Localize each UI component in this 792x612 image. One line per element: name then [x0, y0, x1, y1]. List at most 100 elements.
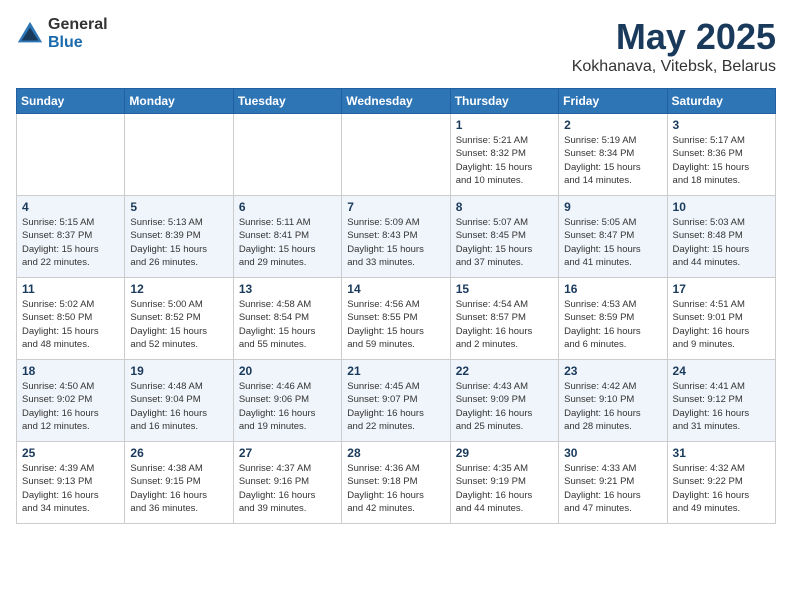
day-number: 13	[239, 282, 336, 296]
calendar-cell: 25Sunrise: 4:39 AM Sunset: 9:13 PM Dayli…	[17, 442, 125, 524]
day-number: 11	[22, 282, 119, 296]
day-info: Sunrise: 4:41 AM Sunset: 9:12 PM Dayligh…	[673, 380, 770, 433]
calendar-table: Sunday Monday Tuesday Wednesday Thursday…	[16, 88, 776, 524]
calendar-location: Kokhanava, Vitebsk, Belarus	[572, 58, 776, 76]
weekday-header-row: Sunday Monday Tuesday Wednesday Thursday…	[17, 89, 776, 114]
calendar-cell: 22 Sunrise: 4:43 AM Sunset: 9:09 PM Dayli…	[450, 360, 558, 442]
header-thursday: Thursday	[450, 89, 558, 114]
calendar-cell: 9Sunrise: 5:05 AM Sunset: 8:47 PM Daylig…	[559, 196, 667, 278]
day-info: Sunrise: 5:07 AM Sunset: 8:45 PM Dayligh…	[456, 216, 553, 269]
day-number: 9	[564, 200, 661, 214]
day-info: Sunrise: 4:51 AM Sunset: 9:01 PM Dayligh…	[673, 298, 770, 351]
calendar-cell: 12 Sunrise: 5:00 AM Sunset: 8:52 PM Dayli…	[125, 278, 233, 360]
calendar-cell: 13 Sunrise: 4:58 AM Sunset: 8:54 PM Dayli…	[233, 278, 341, 360]
calendar-cell: 29Sunrise: 4:35 AM Sunset: 9:19 PM Dayli…	[450, 442, 558, 524]
calendar-cell	[125, 114, 233, 196]
day-number: 23	[564, 364, 661, 378]
calendar-cell: 26 Sunrise: 4:38 AM Sunset: 9:15 PM Dayli…	[125, 442, 233, 524]
calendar-cell: 20Sunrise: 4:46 AM Sunset: 9:06 PM Dayli…	[233, 360, 341, 442]
calendar-cell: 24 Sunrise: 4:41 AM Sunset: 9:12 PM Dayli…	[667, 360, 775, 442]
calendar-cell: 27 Sunrise: 4:37 AM Sunset: 9:16 PM Dayli…	[233, 442, 341, 524]
day-number: 5	[130, 200, 227, 214]
day-number: 16	[564, 282, 661, 296]
day-number: 31	[673, 446, 770, 460]
calendar-cell: 15 Sunrise: 4:54 AM Sunset: 8:57 PM Dayli…	[450, 278, 558, 360]
calendar-cell: 4 Sunrise: 5:15 AM Sunset: 8:37 PM Daylig…	[17, 196, 125, 278]
day-info: Sunrise: 4:53 AM Sunset: 8:59 PM Dayligh…	[564, 298, 661, 351]
day-number: 20	[239, 364, 336, 378]
week-row-3: 11 Sunrise: 5:02 AM Sunset: 8:50 PM Dayli…	[17, 278, 776, 360]
day-info: Sunrise: 5:11 AM Sunset: 8:41 PM Dayligh…	[239, 216, 336, 269]
day-number: 22	[456, 364, 553, 378]
day-number: 3	[673, 118, 770, 132]
day-info: Sunrise: 4:45 AM Sunset: 9:07 PM Dayligh…	[347, 380, 444, 433]
day-number: 27	[239, 446, 336, 460]
calendar-cell: 17Sunrise: 4:51 AM Sunset: 9:01 PM Dayli…	[667, 278, 775, 360]
day-number: 10	[673, 200, 770, 214]
day-info: Sunrise: 5:15 AM Sunset: 8:37 PM Dayligh…	[22, 216, 119, 269]
day-number: 28	[347, 446, 444, 460]
calendar-cell: 21 Sunrise: 4:45 AM Sunset: 9:07 PM Dayli…	[342, 360, 450, 442]
logo-blue-text: Blue	[48, 34, 108, 52]
header-tuesday: Tuesday	[233, 89, 341, 114]
header-friday: Friday	[559, 89, 667, 114]
day-info: Sunrise: 4:37 AM Sunset: 9:16 PM Dayligh…	[239, 462, 336, 515]
logo: General Blue	[16, 16, 108, 51]
calendar-cell: 6 Sunrise: 5:11 AM Sunset: 8:41 PM Daylig…	[233, 196, 341, 278]
calendar-cell: 18Sunrise: 4:50 AM Sunset: 9:02 PM Dayli…	[17, 360, 125, 442]
day-number: 6	[239, 200, 336, 214]
calendar-title: May 2025	[572, 16, 776, 58]
calendar-cell: 7Sunrise: 5:09 AM Sunset: 8:43 PM Daylig…	[342, 196, 450, 278]
day-info: Sunrise: 5:19 AM Sunset: 8:34 PM Dayligh…	[564, 134, 661, 187]
day-info: Sunrise: 5:00 AM Sunset: 8:52 PM Dayligh…	[130, 298, 227, 351]
day-info: Sunrise: 4:36 AM Sunset: 9:18 PM Dayligh…	[347, 462, 444, 515]
day-number: 8	[456, 200, 553, 214]
calendar-cell: 11 Sunrise: 5:02 AM Sunset: 8:50 PM Dayli…	[17, 278, 125, 360]
calendar-cell: 1Sunrise: 5:21 AM Sunset: 8:32 PM Daylig…	[450, 114, 558, 196]
header-wednesday: Wednesday	[342, 89, 450, 114]
day-info: Sunrise: 4:35 AM Sunset: 9:19 PM Dayligh…	[456, 462, 553, 515]
day-number: 2	[564, 118, 661, 132]
day-info: Sunrise: 4:42 AM Sunset: 9:10 PM Dayligh…	[564, 380, 661, 433]
day-number: 18	[22, 364, 119, 378]
day-number: 25	[22, 446, 119, 460]
calendar-cell: 31 Sunrise: 4:32 AM Sunset: 9:22 PM Dayli…	[667, 442, 775, 524]
day-number: 21	[347, 364, 444, 378]
day-info: Sunrise: 4:54 AM Sunset: 8:57 PM Dayligh…	[456, 298, 553, 351]
day-info: Sunrise: 5:03 AM Sunset: 8:48 PM Dayligh…	[673, 216, 770, 269]
calendar-cell: 23 Sunrise: 4:42 AM Sunset: 9:10 PM Dayli…	[559, 360, 667, 442]
calendar-cell	[233, 114, 341, 196]
week-row-5: 25Sunrise: 4:39 AM Sunset: 9:13 PM Dayli…	[17, 442, 776, 524]
day-info: Sunrise: 5:13 AM Sunset: 8:39 PM Dayligh…	[130, 216, 227, 269]
header-monday: Monday	[125, 89, 233, 114]
logo-general-text: General	[48, 16, 108, 34]
calendar-cell: 30Sunrise: 4:33 AM Sunset: 9:21 PM Dayli…	[559, 442, 667, 524]
calendar-cell: 3 Sunrise: 5:17 AM Sunset: 8:36 PM Daylig…	[667, 114, 775, 196]
day-info: Sunrise: 4:33 AM Sunset: 9:21 PM Dayligh…	[564, 462, 661, 515]
day-number: 4	[22, 200, 119, 214]
day-info: Sunrise: 5:17 AM Sunset: 8:36 PM Dayligh…	[673, 134, 770, 187]
calendar-cell: 16 Sunrise: 4:53 AM Sunset: 8:59 PM Dayli…	[559, 278, 667, 360]
day-number: 12	[130, 282, 227, 296]
day-info: Sunrise: 4:43 AM Sunset: 9:09 PM Dayligh…	[456, 380, 553, 433]
day-info: Sunrise: 5:21 AM Sunset: 8:32 PM Dayligh…	[456, 134, 553, 187]
day-info: Sunrise: 4:38 AM Sunset: 9:15 PM Dayligh…	[130, 462, 227, 515]
page-header: General Blue May 2025 Kokhanava, Vitebsk…	[16, 16, 776, 76]
day-number: 26	[130, 446, 227, 460]
day-number: 15	[456, 282, 553, 296]
day-info: Sunrise: 4:32 AM Sunset: 9:22 PM Dayligh…	[673, 462, 770, 515]
day-info: Sunrise: 4:58 AM Sunset: 8:54 PM Dayligh…	[239, 298, 336, 351]
day-number: 7	[347, 200, 444, 214]
logo-icon	[16, 20, 44, 48]
day-number: 19	[130, 364, 227, 378]
header-saturday: Saturday	[667, 89, 775, 114]
calendar-cell: 10 Sunrise: 5:03 AM Sunset: 8:48 PM Dayli…	[667, 196, 775, 278]
week-row-1: 1Sunrise: 5:21 AM Sunset: 8:32 PM Daylig…	[17, 114, 776, 196]
week-row-2: 4 Sunrise: 5:15 AM Sunset: 8:37 PM Daylig…	[17, 196, 776, 278]
day-info: Sunrise: 5:02 AM Sunset: 8:50 PM Dayligh…	[22, 298, 119, 351]
calendar-cell: 2 Sunrise: 5:19 AM Sunset: 8:34 PM Daylig…	[559, 114, 667, 196]
calendar-cell	[342, 114, 450, 196]
day-number: 24	[673, 364, 770, 378]
calendar-cell: 8 Sunrise: 5:07 AM Sunset: 8:45 PM Daylig…	[450, 196, 558, 278]
day-info: Sunrise: 4:56 AM Sunset: 8:55 PM Dayligh…	[347, 298, 444, 351]
